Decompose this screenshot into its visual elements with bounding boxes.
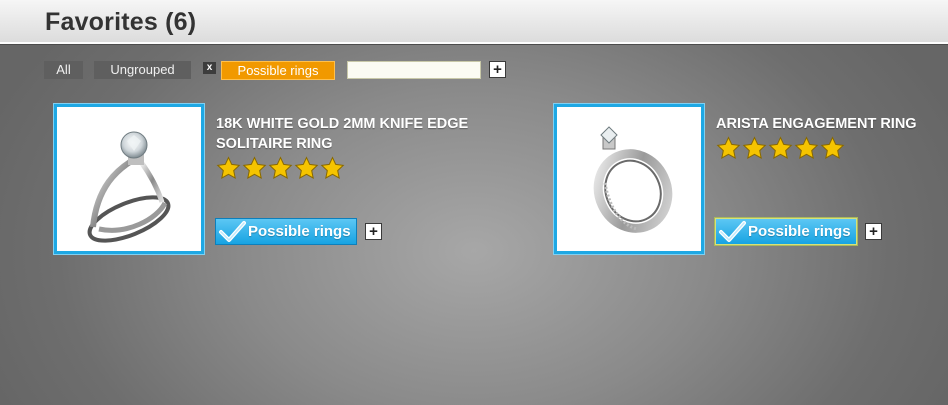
group-tag-possible-rings[interactable]: Possible rings bbox=[715, 218, 857, 245]
group-tag-possible-rings[interactable]: Possible rings bbox=[215, 218, 357, 245]
group-filter-bar: All Ungrouped x Possible rings + bbox=[0, 61, 948, 81]
star-icon bbox=[268, 156, 293, 181]
new-group-input[interactable] bbox=[347, 61, 481, 79]
page-title: Favorites (6) bbox=[45, 8, 197, 36]
star-icon bbox=[768, 136, 793, 161]
rating-stars bbox=[716, 136, 845, 161]
checkmark-icon bbox=[719, 221, 746, 242]
rating-stars bbox=[216, 156, 345, 181]
product-name[interactable]: ARISTA ENGAGEMENT RING bbox=[716, 114, 948, 134]
ring-photo bbox=[593, 126, 673, 233]
page-header: Favorites (6) bbox=[0, 0, 948, 44]
favorite-card: ARISTA ENGAGEMENT RING Possible rings + bbox=[554, 104, 948, 256]
add-to-group-button[interactable]: + bbox=[365, 223, 382, 240]
favorite-card: 18K WHITE GOLD 2MM KNIFE EDGE SOLITAIRE … bbox=[54, 104, 468, 256]
group-tag-label: Possible rings bbox=[248, 223, 351, 240]
star-icon bbox=[794, 136, 819, 161]
add-group-button[interactable]: + bbox=[489, 61, 506, 78]
star-icon bbox=[242, 156, 267, 181]
filter-possible-rings[interactable]: Possible rings bbox=[221, 61, 335, 80]
product-name[interactable]: 18K WHITE GOLD 2MM KNIFE EDGE SOLITAIRE … bbox=[216, 114, 516, 154]
group-tag-label: Possible rings bbox=[748, 223, 851, 240]
checkmark-icon bbox=[219, 221, 246, 242]
filter-all[interactable]: All bbox=[44, 61, 83, 79]
filter-ungrouped[interactable]: Ungrouped bbox=[94, 61, 191, 79]
remove-group-icon[interactable]: x bbox=[203, 62, 216, 74]
star-icon bbox=[820, 136, 845, 161]
product-thumbnail[interactable] bbox=[554, 104, 704, 254]
star-icon bbox=[294, 156, 319, 181]
product-thumbnail[interactable] bbox=[54, 104, 204, 254]
ring-photo bbox=[87, 131, 171, 243]
star-icon bbox=[216, 156, 241, 181]
star-icon bbox=[742, 136, 767, 161]
star-icon bbox=[320, 156, 345, 181]
add-to-group-button[interactable]: + bbox=[865, 223, 882, 240]
star-icon bbox=[716, 136, 741, 161]
